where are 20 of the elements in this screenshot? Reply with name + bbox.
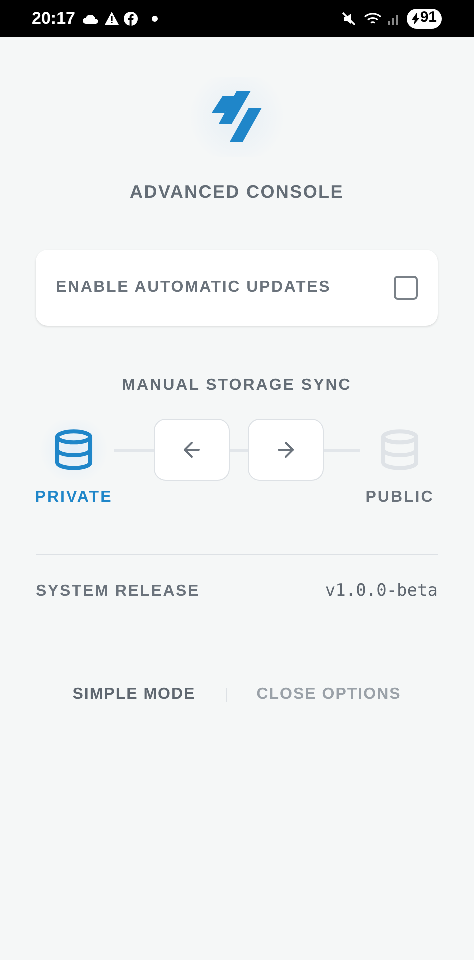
charging-icon	[412, 12, 420, 24]
status-time: 20:17	[32, 8, 76, 30]
mute-icon	[342, 12, 356, 26]
sync-right-button[interactable]	[248, 419, 324, 481]
footer-link[interactable]: SIMPLE MODE	[72, 682, 196, 706]
battery-level: 91	[420, 8, 437, 28]
checkbox[interactable]	[394, 276, 418, 300]
storage-label: PRIVATE	[35, 488, 113, 508]
storage-label: PUBLIC	[366, 488, 434, 508]
facebook-icon	[124, 12, 138, 26]
console-title: ADVANCED CONSOLE	[130, 181, 344, 204]
setting-label: ENABLE AUTOMATIC UPDATES	[56, 278, 332, 298]
cloud-icon	[83, 14, 100, 24]
logo-icon	[212, 91, 262, 143]
release-label: SYSTEM RELEASE	[36, 582, 200, 602]
sync-left-button[interactable]	[154, 419, 230, 481]
warning-icon	[105, 12, 120, 25]
sync-title: MANUAL STORAGE SYNC	[121, 376, 353, 396]
wifi-icon	[364, 12, 384, 26]
release-version: v1.0.0-beta	[325, 580, 438, 603]
